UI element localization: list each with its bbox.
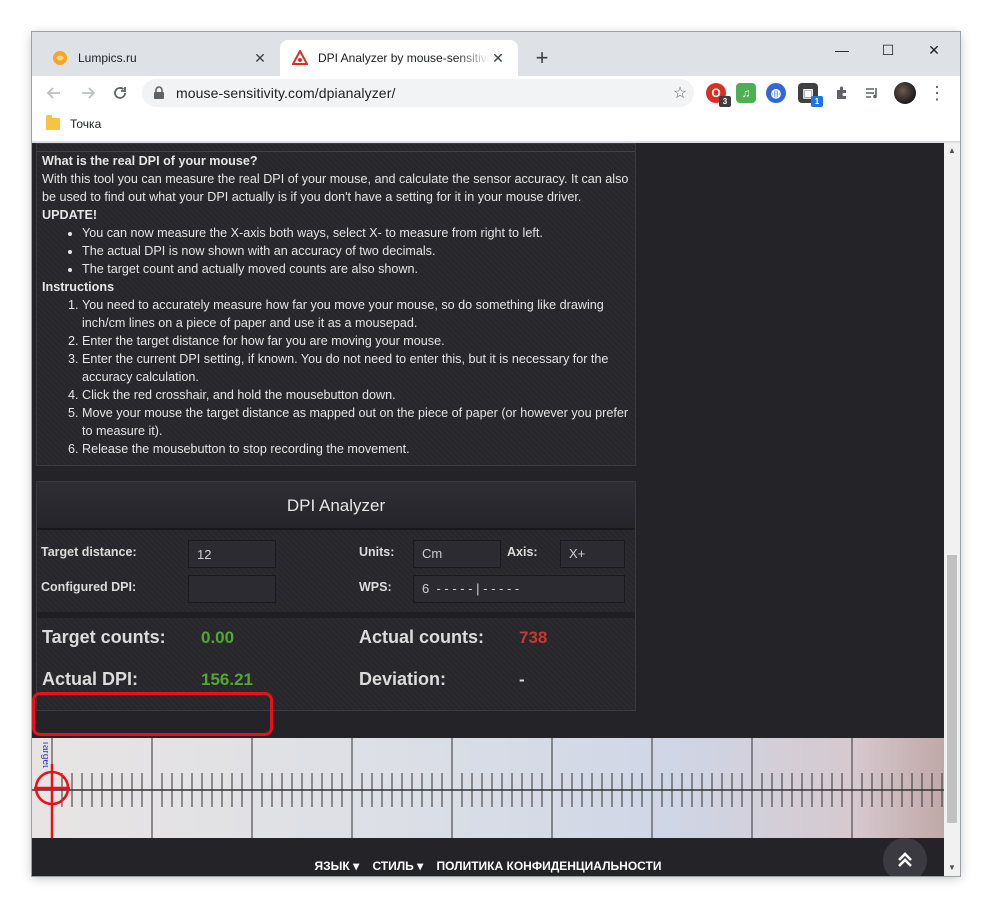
analyzer-title: DPI Analyzer xyxy=(37,482,635,530)
language-menu[interactable]: ЯЗЫК ▾ xyxy=(315,859,360,873)
page-scrollbar[interactable]: ▲ ▼ xyxy=(944,143,960,876)
info-intro: With this tool you can measure the real … xyxy=(42,172,629,204)
deviation-value: - xyxy=(519,670,525,689)
bookmark-label: Точка xyxy=(70,117,102,131)
browser-menu-icon[interactable]: ⋮ xyxy=(928,81,946,105)
actual-dpi-label: Actual DPI: xyxy=(42,669,139,689)
style-menu[interactable]: СТИЛЬ ▾ xyxy=(372,859,423,873)
browser-toolbar: mouse-sensitivity.com/dpianalyzer/ ☆ O 3… xyxy=(32,76,960,110)
lock-icon xyxy=(154,86,164,99)
minimize-button[interactable]: — xyxy=(819,36,865,64)
wps-label: WPS: xyxy=(359,580,392,594)
bookmark-star-icon[interactable]: ☆ xyxy=(666,83,694,103)
units-label: Units: xyxy=(359,545,395,559)
privacy-policy-link[interactable]: ПОЛИТИКА КОНФИДЕНЦИАЛЬНОСТИ xyxy=(437,859,662,873)
crosshair-icon[interactable] xyxy=(32,738,72,838)
arrow-left-icon xyxy=(46,87,60,99)
target-counts-value: 0.00 xyxy=(201,628,235,647)
lumpics-favicon-icon xyxy=(53,51,67,65)
music-extension-button[interactable]: ♫ xyxy=(736,83,756,103)
info-heading: What is the real DPI of your mouse? xyxy=(42,154,258,168)
actual-dpi-value: 156.21 xyxy=(201,670,253,689)
update-item: You can now measure the X-axis both ways… xyxy=(82,224,630,242)
folder-icon xyxy=(46,115,60,130)
tab-lumpics[interactable]: Lumpics.ru ✕ xyxy=(40,40,280,76)
measurement-ruler[interactable]: Target xyxy=(32,738,944,838)
scroll-up-arrow-icon[interactable]: ▲ xyxy=(944,143,960,159)
opera-extension-button[interactable]: O 3 xyxy=(706,83,731,107)
instruction-item: Enter the target distance for how far yo… xyxy=(82,332,630,350)
globe-extension-button[interactable]: ◍ xyxy=(766,83,786,103)
browser-window: Lumpics.ru ✕ DPI Analyzer by mouse-sensi… xyxy=(32,32,960,876)
update-item: The actual DPI is now shown with an accu… xyxy=(82,242,630,260)
mouse-sensitivity-favicon-icon xyxy=(292,50,308,65)
instruction-item: Release the mousebutton to stop recordin… xyxy=(82,440,630,458)
tab-dpi-analyzer[interactable]: DPI Analyzer by mouse-sensitivity.com ✕ xyxy=(280,40,518,76)
units-select[interactable]: Cm xyxy=(413,540,501,568)
instruction-item: Click the red crosshair, and hold the mo… xyxy=(82,386,630,404)
forward-button[interactable] xyxy=(74,79,102,107)
actual-counts-value: 738 xyxy=(519,628,548,647)
axis-label: Axis: xyxy=(507,545,538,559)
profile-avatar[interactable] xyxy=(894,82,916,104)
url-text: mouse-sensitivity.com/dpianalyzer/ xyxy=(176,85,396,101)
maximize-button[interactable]: ☐ xyxy=(865,36,911,64)
music-icon: ♫ xyxy=(741,86,751,100)
tab-close-icon[interactable]: ✕ xyxy=(490,50,506,66)
target-distance-input[interactable] xyxy=(188,540,276,568)
extensions-menu-button[interactable] xyxy=(832,83,852,103)
actual-counts-label: Actual counts: xyxy=(359,627,485,647)
cube-extension-button[interactable]: ▣ 1 xyxy=(798,83,823,107)
playlist-icon xyxy=(866,88,877,99)
extension-badge: 1 xyxy=(811,96,823,107)
update-list: You can now measure the X-axis both ways… xyxy=(42,224,630,278)
instructions-heading: Instructions xyxy=(42,280,115,294)
address-bar[interactable]: mouse-sensitivity.com/dpianalyzer/ ☆ xyxy=(142,79,694,107)
target-distance-label: Target distance: xyxy=(41,545,137,559)
update-heading: UPDATE! xyxy=(42,208,98,222)
media-control-button[interactable] xyxy=(862,83,882,103)
instruction-item: Enter the current DPI setting, if known.… xyxy=(82,350,630,386)
target-counts-label: Target counts: xyxy=(42,627,166,647)
actual-dpi-highlight xyxy=(32,692,273,736)
instruction-item: Move your mouse the target distance as m… xyxy=(82,404,630,440)
scroll-down-arrow-icon[interactable]: ▼ xyxy=(944,860,960,876)
bookmarks-bar: Точка xyxy=(32,110,960,142)
page-viewport: What is the real DPI of your mouse? With… xyxy=(32,143,960,876)
puzzle-icon xyxy=(837,86,846,99)
extension-badge: 3 xyxy=(719,96,731,107)
back-button[interactable] xyxy=(40,79,68,107)
configured-dpi-label: Configured DPI: xyxy=(41,580,137,594)
new-tab-button[interactable]: + xyxy=(530,47,554,71)
update-item: The target count and actually moved coun… xyxy=(82,260,630,278)
page-footer: ЯЗЫК ▾ СТИЛЬ ▾ ПОЛИТИКА КОНФИДЕНЦИАЛЬНОС… xyxy=(32,859,944,876)
axis-select[interactable]: X+ xyxy=(560,540,625,568)
scrollbar-thumb[interactable] xyxy=(947,555,957,823)
tab-strip: Lumpics.ru ✕ DPI Analyzer by mouse-sensi… xyxy=(32,32,960,76)
close-window-button[interactable]: ✕ xyxy=(911,36,957,64)
configured-dpi-input[interactable] xyxy=(188,575,276,603)
dpi-analyzer-panel: DPI Analyzer Target distance: Units: Cm … xyxy=(36,481,636,711)
reload-icon xyxy=(114,87,126,99)
bookmark-tochka[interactable]: Точка xyxy=(46,115,102,131)
panel-divider xyxy=(37,144,635,152)
section-divider xyxy=(37,612,635,618)
reload-button[interactable] xyxy=(106,79,134,107)
info-panel: What is the real DPI of your mouse? With… xyxy=(36,143,636,466)
arrow-right-icon xyxy=(82,87,96,99)
wps-slider[interactable]: 6 - - - - - | - - - - - xyxy=(413,575,625,603)
instructions-list: You need to accurately measure how far y… xyxy=(42,296,630,458)
tab-title: DPI Analyzer by mouse-sensitivity.com xyxy=(318,51,490,65)
ruler-ticks xyxy=(32,738,944,838)
globe-icon: ◍ xyxy=(770,86,782,100)
deviation-label: Deviation: xyxy=(359,669,447,689)
tab-title: Lumpics.ru xyxy=(78,51,137,65)
instruction-item: You need to accurately measure how far y… xyxy=(82,296,630,332)
tab-close-icon[interactable]: ✕ xyxy=(252,50,268,66)
